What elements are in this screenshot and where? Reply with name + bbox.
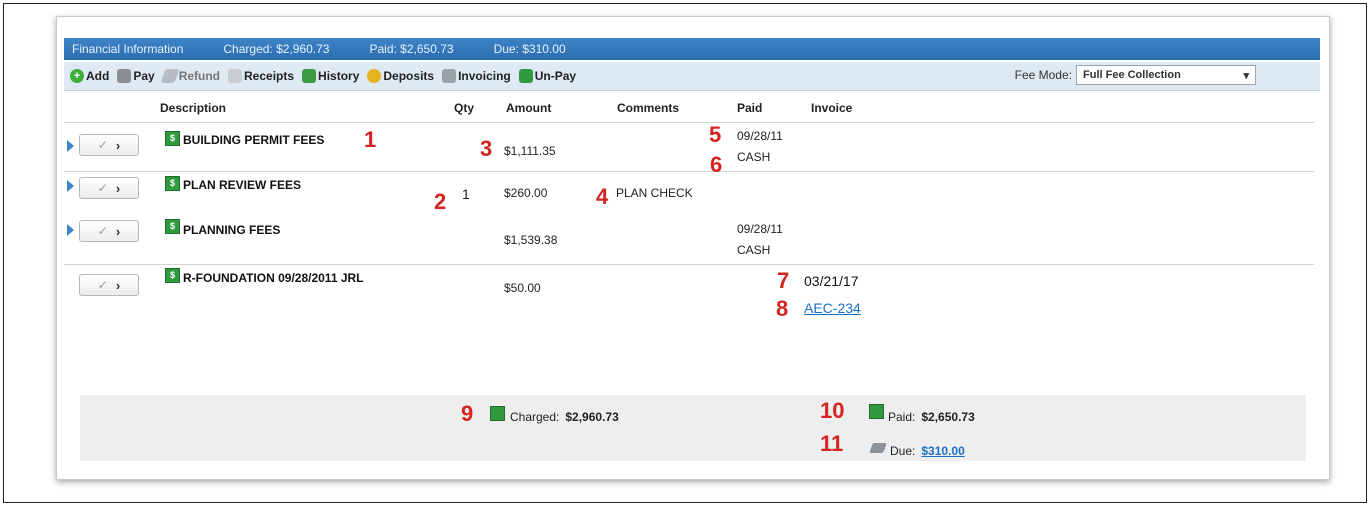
footer-charged: Charged: $2,960.73 (510, 410, 619, 424)
fee-description: BUILDING PERMIT FEES (183, 133, 325, 147)
invoicing-button[interactable]: Invoicing (442, 69, 511, 83)
paid-icon (869, 404, 884, 419)
row-action-button[interactable]: ✓ › (79, 134, 139, 156)
history-icon (302, 69, 317, 83)
receipts-icon (228, 69, 243, 83)
row-divider (64, 171, 1314, 172)
expand-row-icon[interactable] (67, 140, 74, 152)
totals-footer (80, 395, 1306, 461)
callout-10: 10 (820, 398, 845, 423)
deposits-icon (367, 69, 382, 83)
title-paid: Paid: $2,650.73 (369, 42, 454, 56)
pay-icon (117, 69, 132, 83)
add-button[interactable]: + Add (70, 69, 109, 83)
fee-description: PLANNING FEES (183, 223, 281, 237)
fee-amount: $1,539.38 (504, 233, 558, 247)
fee-icon: $ (165, 131, 180, 146)
callout-2: 2 (434, 189, 447, 214)
paid-date: 09/28/11 (737, 222, 783, 236)
refund-icon (160, 69, 180, 83)
expand-row-icon[interactable] (67, 180, 74, 192)
fee-qty: 1 (462, 186, 470, 202)
charged-icon (490, 406, 505, 421)
row-divider (64, 264, 1314, 265)
callout-1: 1 (364, 127, 377, 152)
row-action-button[interactable]: ✓ › (79, 274, 139, 296)
paid-date: 09/28/11 (737, 129, 783, 143)
fee-comments: PLAN CHECK (616, 186, 693, 200)
invoice-link[interactable]: AEC-234 (804, 300, 861, 316)
fee-amount: $260.00 (504, 186, 548, 200)
callout-8: 8 (776, 296, 789, 321)
col-paid: Paid (737, 101, 763, 115)
col-invoice: Invoice (811, 101, 853, 115)
footer-charged-value: $2,960.73 (565, 410, 619, 424)
refund-button[interactable]: Refund (160, 69, 220, 83)
callout-9: 9 (461, 401, 474, 426)
callout-7: 7 (777, 268, 790, 293)
fee-mode-value: Full Fee Collection (1083, 69, 1181, 81)
row-action-button[interactable]: ✓ › (79, 177, 139, 199)
fee-description: R-FOUNDATION 09/28/2011 JRL (183, 271, 364, 285)
deposits-button[interactable]: Deposits (367, 69, 434, 83)
fee-mode: Fee Mode: Full Fee Collection ▾ (1015, 65, 1256, 85)
panel-title: Financial Information (72, 42, 184, 56)
fee-icon: $ (165, 219, 180, 234)
fee-mode-select[interactable]: Full Fee Collection ▾ (1076, 65, 1256, 85)
callout-6: 6 (710, 152, 723, 177)
expand-row-icon[interactable] (67, 224, 74, 236)
add-icon: + (70, 69, 84, 83)
callout-5: 5 (709, 122, 722, 147)
col-amount: Amount (506, 101, 552, 115)
pay-button[interactable]: Pay (117, 69, 155, 83)
title-charged: Charged: $2,960.73 (223, 42, 330, 56)
footer-paid-value: $2,650.73 (921, 410, 975, 424)
fee-icon: $ (165, 268, 180, 283)
paid-method: CASH (737, 150, 771, 164)
invoice-date: 03/21/17 (804, 273, 859, 289)
footer-due-value[interactable]: $310.00 (921, 444, 964, 458)
fee-icon: $ (165, 176, 180, 191)
callout-11: 11 (820, 431, 844, 456)
col-comments: Comments (617, 101, 680, 115)
unpay-button[interactable]: Un-Pay (518, 69, 576, 83)
financial-title-bar: Financial Information Charged: $2,960.73… (64, 38, 1320, 60)
col-description: Description (160, 101, 227, 115)
invoicing-icon (442, 69, 457, 83)
fee-description: PLAN REVIEW FEES (183, 178, 302, 192)
title-due: Due: $310.00 (493, 42, 566, 56)
header-divider (64, 122, 1314, 123)
history-button[interactable]: History (302, 69, 359, 83)
unpay-icon (518, 69, 533, 83)
toolbar: + Add Pay Refund Receipts History Deposit… (64, 62, 1320, 91)
chevron-down-icon: ▾ (1243, 69, 1249, 82)
paid-method: CASH (737, 243, 771, 257)
fee-amount: $50.00 (504, 281, 541, 295)
fee-mode-label: Fee Mode: (1014, 68, 1072, 82)
callout-3: 3 (480, 136, 493, 161)
row-action-button[interactable]: ✓ › (79, 220, 139, 242)
col-qty: Qty (454, 101, 475, 115)
fee-amount: $1,111.35 (504, 144, 556, 158)
callout-4: 4 (596, 184, 609, 209)
receipts-button[interactable]: Receipts (228, 69, 294, 83)
footer-due: Due: $310.00 (890, 444, 965, 458)
footer-paid: Paid: $2,650.73 (888, 410, 975, 424)
